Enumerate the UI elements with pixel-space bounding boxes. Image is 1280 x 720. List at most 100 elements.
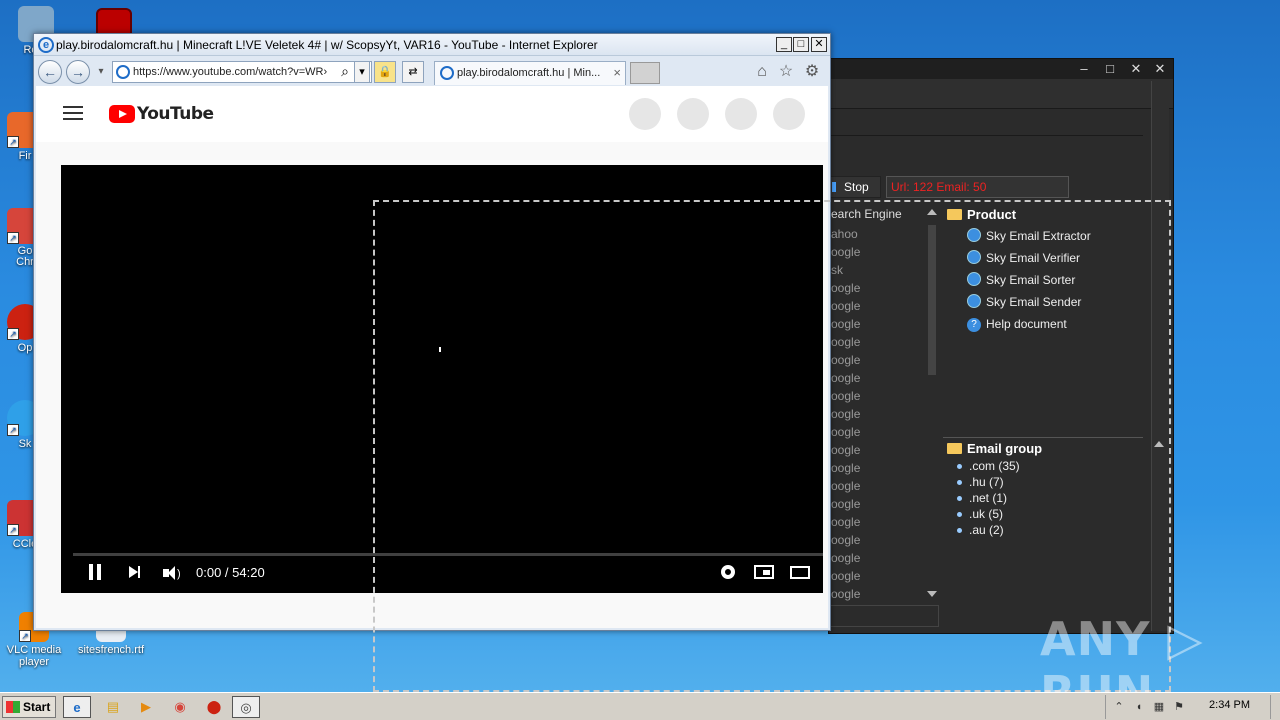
search-icon[interactable]: ⌕ (334, 61, 356, 83)
scroll-thumb[interactable] (928, 225, 936, 375)
search-engine-row[interactable]: oogle (829, 567, 939, 585)
product-item-sender[interactable]: Sky Email Sender (943, 291, 1143, 313)
email-group-item[interactable]: .hu (7) (943, 474, 1143, 490)
taskbar-media-player-icon[interactable]: ▶ (132, 696, 160, 718)
volume-icon[interactable]: ◖ (1132, 700, 1146, 714)
pause-button[interactable] (89, 563, 105, 583)
maximize-button[interactable]: □ (1099, 60, 1121, 78)
search-engine-row[interactable]: oogle (829, 423, 939, 441)
back-button[interactable]: ← (38, 60, 62, 84)
help-document-item[interactable]: ? Help document (943, 313, 1143, 335)
email-scrollbar[interactable] (1153, 437, 1165, 537)
search-engine-row[interactable]: oogle (829, 279, 939, 297)
product-item-verifier[interactable]: Sky Email Verifier (943, 247, 1143, 269)
url-text: https://www.youtube.com/watch?v=WR› (133, 66, 328, 78)
search-engine-row[interactable]: oogle (829, 459, 939, 477)
search-engine-list[interactable]: earch Engine ahoo oogle sk oogle oogle oogle o… (829, 205, 939, 619)
taskbar-sky-icon[interactable]: ◎ (232, 696, 260, 718)
lock-icon[interactable]: 🔒 (374, 61, 396, 83)
favorites-star-icon[interactable]: ☆ (776, 62, 796, 82)
clock[interactable]: 2:34 PM (1209, 699, 1250, 711)
show-desktop-button[interactable] (1270, 695, 1280, 719)
settings-gear-icon[interactable] (721, 563, 735, 583)
search-engine-row[interactable]: ahoo (829, 225, 939, 243)
taskbar-explorer-icon[interactable]: ▤ (99, 696, 127, 718)
tab-close-icon[interactable]: × (613, 62, 621, 84)
minimize-button[interactable]: _ (776, 37, 792, 52)
search-engine-row[interactable]: oogle (829, 405, 939, 423)
placeholder-button[interactable] (677, 98, 709, 130)
email-group-item[interactable]: .net (1) (943, 490, 1143, 506)
gear-icon[interactable]: ⚙ (802, 62, 822, 82)
start-button[interactable]: Start (2, 696, 56, 718)
search-engine-row[interactable]: oogle (829, 333, 939, 351)
search-engine-row[interactable]: oogle (829, 243, 939, 261)
divider (829, 135, 1143, 136)
home-icon[interactable]: ⌂ (752, 62, 772, 82)
youtube-logo[interactable]: YouTube (109, 103, 214, 125)
theater-mode-button[interactable] (790, 563, 810, 583)
forward-button[interactable]: → (66, 60, 90, 84)
placeholder-button[interactable] (773, 98, 805, 130)
close-button[interactable]: ✕ (1125, 60, 1147, 78)
scroll-up-icon[interactable] (1154, 441, 1164, 447)
taskbar-opera-icon[interactable]: ⬤ (200, 696, 228, 718)
ie-navbar: ← → ▾ https://www.youtube.com/watch?v=WR… (34, 56, 830, 86)
miniplayer-button[interactable] (754, 563, 774, 583)
history-dropdown-icon[interactable]: ▾ (91, 62, 111, 82)
search-engine-row[interactable]: oogle (829, 387, 939, 405)
placeholder-button[interactable] (725, 98, 757, 130)
address-dropdown-icon[interactable]: ▾ (354, 61, 370, 83)
email-group-item[interactable]: .com (35) (943, 458, 1143, 474)
sky-toolbar: Stop Url: 122 Email: 50 (829, 174, 1143, 200)
taskbar-ie-icon[interactable]: e (63, 696, 91, 718)
search-engine-row[interactable]: oogle (829, 351, 939, 369)
help-label: Help document (986, 317, 1067, 331)
product-item-sorter[interactable]: Sky Email Sorter (943, 269, 1143, 291)
new-tab-button[interactable] (630, 62, 660, 84)
menu-icon[interactable] (63, 106, 83, 120)
tab-active[interactable]: play.birodalomcraft.hu | Min... × (434, 61, 626, 85)
maximize-button[interactable]: □ (793, 37, 809, 52)
search-engine-row[interactable]: oogle (829, 549, 939, 567)
scroll-down-icon[interactable] (927, 591, 937, 597)
product-folder[interactable]: Product (943, 205, 1143, 225)
video-player[interactable]: ) 0:00 / 54:20 (61, 165, 823, 593)
search-engine-row[interactable]: oogle (829, 513, 939, 531)
youtube-logo-text: YouTube (137, 104, 214, 124)
sky-email-window[interactable]: – □ ✕ ✕ Stop Url: 122 Email: 50 earch En… (828, 58, 1174, 634)
search-engine-row[interactable]: oogle (829, 441, 939, 459)
email-group-item[interactable]: .au (2) (943, 522, 1143, 538)
search-engine-row[interactable]: oogle (829, 369, 939, 387)
scroll-up-icon[interactable] (927, 209, 937, 215)
outer-close-button[interactable]: ✕ (1149, 60, 1171, 78)
engine-scrollbar[interactable] (925, 205, 939, 601)
next-button[interactable] (129, 563, 140, 583)
close-button[interactable]: ✕ (811, 37, 827, 52)
globe-icon (967, 228, 981, 242)
volume-button[interactable]: ) (163, 563, 181, 583)
address-bar[interactable]: https://www.youtube.com/watch?v=WR› (112, 61, 372, 83)
minimize-button[interactable]: – (1073, 60, 1095, 78)
search-engine-row[interactable]: oogle (829, 495, 939, 513)
action-center-flag-icon[interactable]: ⚑ (1172, 700, 1186, 714)
search-engine-row[interactable]: oogle (829, 315, 939, 333)
tray-expand-icon[interactable]: ⌃ (1112, 700, 1126, 714)
player-controls: ) 0:00 / 54:20 (61, 555, 823, 593)
sky-bottom-field[interactable] (829, 605, 939, 627)
taskbar-chrome-icon[interactable]: ◉ (166, 696, 194, 718)
search-engine-row[interactable]: sk (829, 261, 939, 279)
email-group-item[interactable]: .uk (5) (943, 506, 1143, 522)
refresh-icon[interactable]: ⇄ (402, 61, 424, 83)
network-icon[interactable]: ▦ (1152, 700, 1166, 714)
stop-button[interactable]: Stop (829, 176, 881, 198)
product-item-extractor[interactable]: Sky Email Extractor (943, 225, 1143, 247)
search-engine-row[interactable]: oogle (829, 585, 939, 603)
placeholder-button[interactable] (629, 98, 661, 130)
search-engine-row[interactable]: oogle (829, 297, 939, 315)
search-engine-row[interactable]: oogle (829, 477, 939, 495)
email-group-folder[interactable]: Email group (943, 440, 1143, 458)
ie-window[interactable]: e play.birodalomcraft.hu | Minecraft L!V… (33, 33, 831, 631)
youtube-header: YouTube (36, 86, 828, 142)
search-engine-row[interactable]: oogle (829, 531, 939, 549)
